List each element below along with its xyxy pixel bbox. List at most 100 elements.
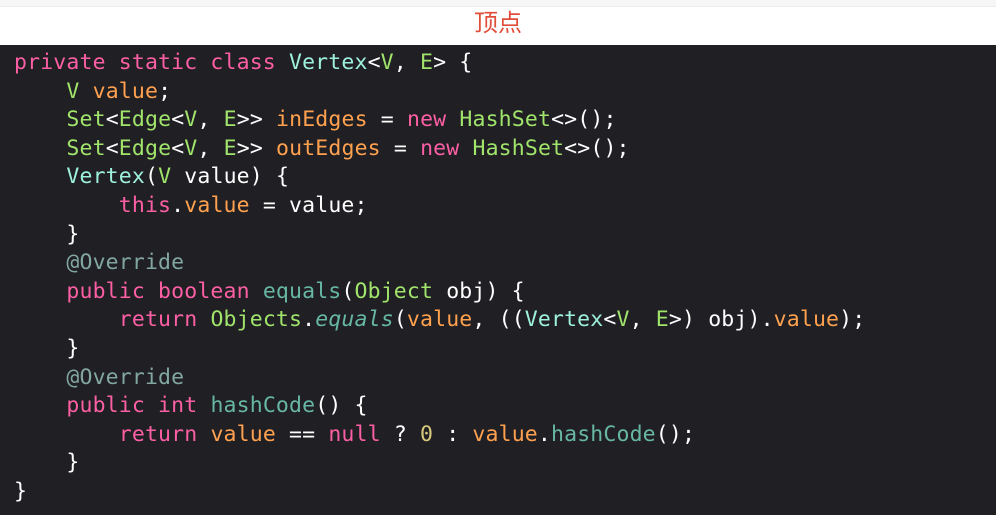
code-token: == (275, 421, 329, 447)
code-token: obj) { (433, 278, 525, 304)
code-token: Objects (210, 307, 303, 333)
code-token: = value; (249, 192, 368, 218)
code-token: hashCode (551, 421, 656, 447)
code-lines: private static class Vertex<V, E> { V va… (14, 49, 996, 507)
code-token: ? (380, 421, 421, 447)
code-line: @Override (14, 364, 996, 393)
code-token: Object (354, 278, 434, 304)
code-line: } (14, 449, 996, 478)
code-line: Set<Edge<V, E>> outEdges = new HashSet<>… (14, 135, 996, 164)
code-token: } (14, 478, 28, 504)
code-token: } (14, 221, 80, 247)
code-token: Vertex (524, 307, 604, 333)
top-separator (0, 0, 996, 7)
code-token: V (158, 164, 172, 190)
code-token: } (14, 335, 80, 361)
code-token: . (537, 421, 552, 447)
code-token: equals (262, 278, 342, 304)
code-line: @Override (14, 249, 996, 278)
code-token: outEdges (276, 135, 381, 161)
code-token: >> (236, 135, 277, 161)
code-line: } (14, 335, 996, 364)
code-token: (); (655, 421, 696, 447)
code-token: < (171, 135, 185, 161)
code-token: V (184, 107, 198, 133)
code-token: < (603, 307, 617, 333)
code-token: ); (839, 307, 866, 333)
code-token: , (393, 50, 420, 75)
code-token: , (197, 135, 224, 161)
code-token: @Override (66, 250, 185, 276)
code-token: new (406, 107, 447, 133)
code-token: () { (315, 393, 368, 419)
code-token: return (118, 307, 198, 333)
code-token: V (380, 50, 394, 75)
code-line: return Objects.equals( value , ((Vertex<V,… (14, 306, 996, 335)
code-token: >> (236, 107, 277, 133)
code-token: return (118, 421, 198, 447)
code-line: public int hashCode() { (14, 392, 996, 421)
code-line: this.value = value; (14, 192, 996, 221)
code-token: ( (341, 278, 355, 304)
code-token: >) obj). (668, 307, 774, 333)
code-token: , (629, 307, 656, 333)
code-token: value (210, 421, 276, 447)
code-token: @Override (66, 364, 185, 390)
code-token: <>(); (564, 135, 630, 161)
code-token: this (118, 192, 172, 218)
code-line: } (14, 478, 996, 507)
code-token: = (367, 107, 407, 133)
code-token: equals (315, 307, 394, 333)
code-line: } (14, 221, 996, 250)
code-line: private static class Vertex<V, E> { (14, 49, 996, 78)
code-token: . (302, 307, 316, 333)
code-line: return value == null ? 0 : value.hashCod… (14, 421, 996, 450)
code-token: value (92, 78, 159, 104)
code-token: <>(); (551, 107, 617, 133)
code-token: value (773, 307, 840, 333)
code-token: E (223, 107, 237, 133)
code-block: private static class Vertex<V, E> { V va… (0, 45, 996, 515)
code-token: < (367, 50, 381, 75)
code-token: ; (158, 78, 172, 104)
code-line: V value; (14, 78, 996, 107)
code-token: E (223, 135, 237, 161)
code-token: < (105, 135, 119, 161)
code-token: V (184, 135, 198, 161)
code-token: Vertex (288, 50, 368, 75)
code-line: Set<Edge<V, E>> inEdges = new HashSet<>(… (14, 106, 996, 135)
code-token: Edge (118, 107, 172, 133)
code-token: , (( (472, 307, 525, 333)
code-token: ( (393, 307, 407, 333)
code-token: HashSet (472, 135, 565, 161)
code-token: Edge (118, 135, 172, 161)
code-token: . (171, 192, 185, 218)
code-token: = (380, 135, 421, 161)
code-token: public int (66, 393, 198, 419)
code-token: V (66, 78, 80, 104)
code-token: Set (66, 107, 106, 133)
code-token: V (616, 307, 630, 333)
code-token: E (419, 50, 434, 75)
code-token: E (655, 307, 669, 333)
code-token: < (105, 107, 119, 133)
code-token: } (14, 450, 80, 476)
code-token: ( (144, 164, 159, 190)
code-token: hashCode (210, 393, 316, 419)
code-token: new (420, 135, 460, 161)
